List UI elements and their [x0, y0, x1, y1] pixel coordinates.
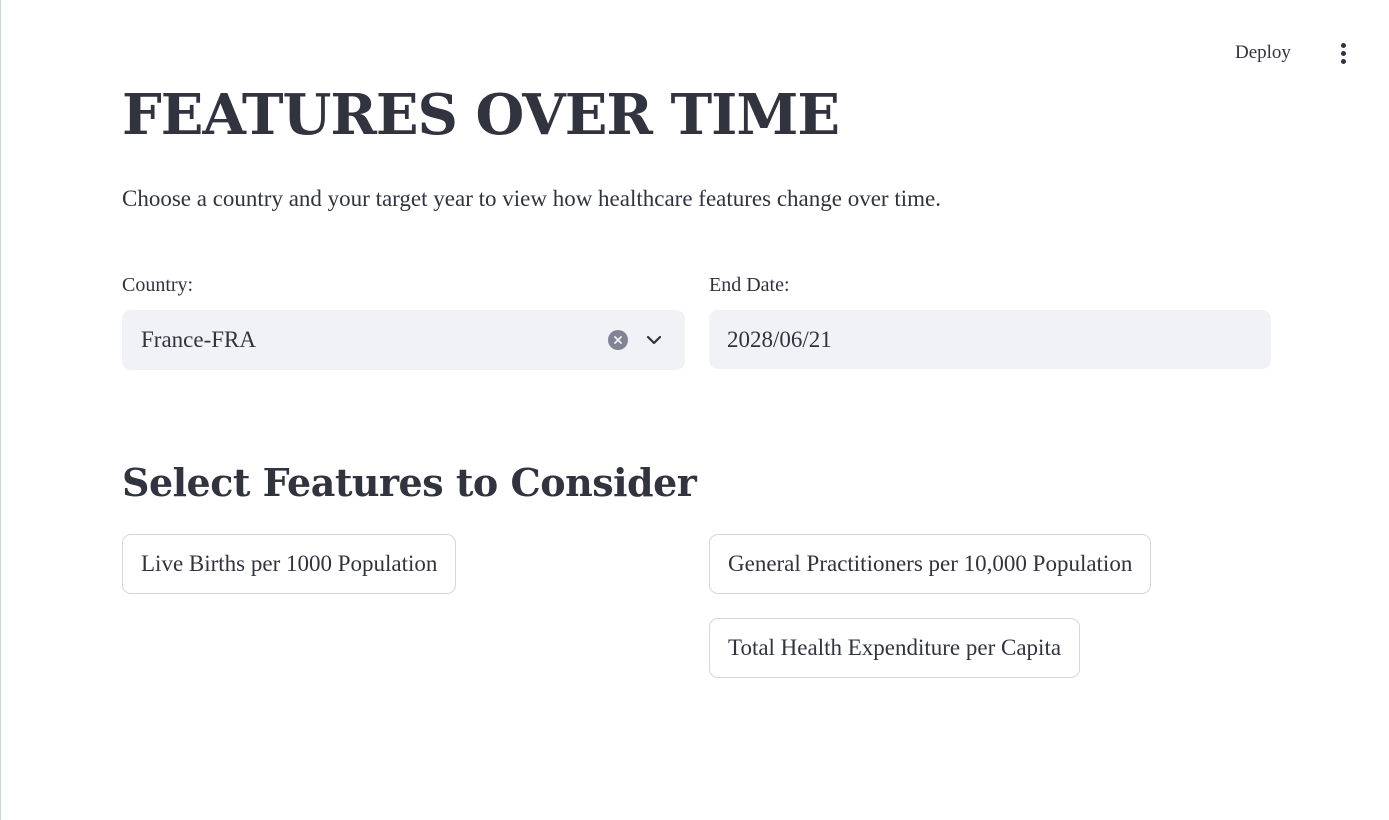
end-date-input[interactable] [727, 326, 1271, 353]
menu-dot [1340, 50, 1346, 56]
end-date-label: End Date: [709, 274, 790, 296]
kebab-menu-icon[interactable] [1329, 37, 1357, 69]
app-root: Deploy FEATURES OVER TIME Choose a count… [0, 0, 1389, 820]
menu-dot [1340, 58, 1346, 64]
chevron-down-icon[interactable] [643, 330, 665, 350]
chevron-glyph [646, 335, 662, 345]
page-subtitle: Choose a country and your target year to… [122, 186, 941, 211]
clear-icon[interactable] [608, 330, 628, 350]
menu-dot [1340, 42, 1346, 48]
features-heading: Select Features to Consider [122, 460, 697, 505]
feature-button-live-births[interactable]: Live Births per 1000 Population [122, 534, 457, 594]
deploy-button[interactable]: Deploy [1223, 38, 1303, 68]
country-select[interactable]: France-FRA [122, 310, 685, 370]
end-date-field[interactable] [709, 310, 1271, 369]
country-label: Country: [122, 274, 194, 296]
clear-x-glyph [614, 336, 622, 344]
feature-button-general-practitioners[interactable]: General Practitioners per 10,000 Populat… [709, 534, 1152, 594]
country-selected-value: France-FRA [141, 327, 256, 352]
feature-button-health-expenditure[interactable]: Total Health Expenditure per Capita [709, 618, 1081, 678]
page-title: FEATURES OVER TIME [122, 82, 840, 148]
